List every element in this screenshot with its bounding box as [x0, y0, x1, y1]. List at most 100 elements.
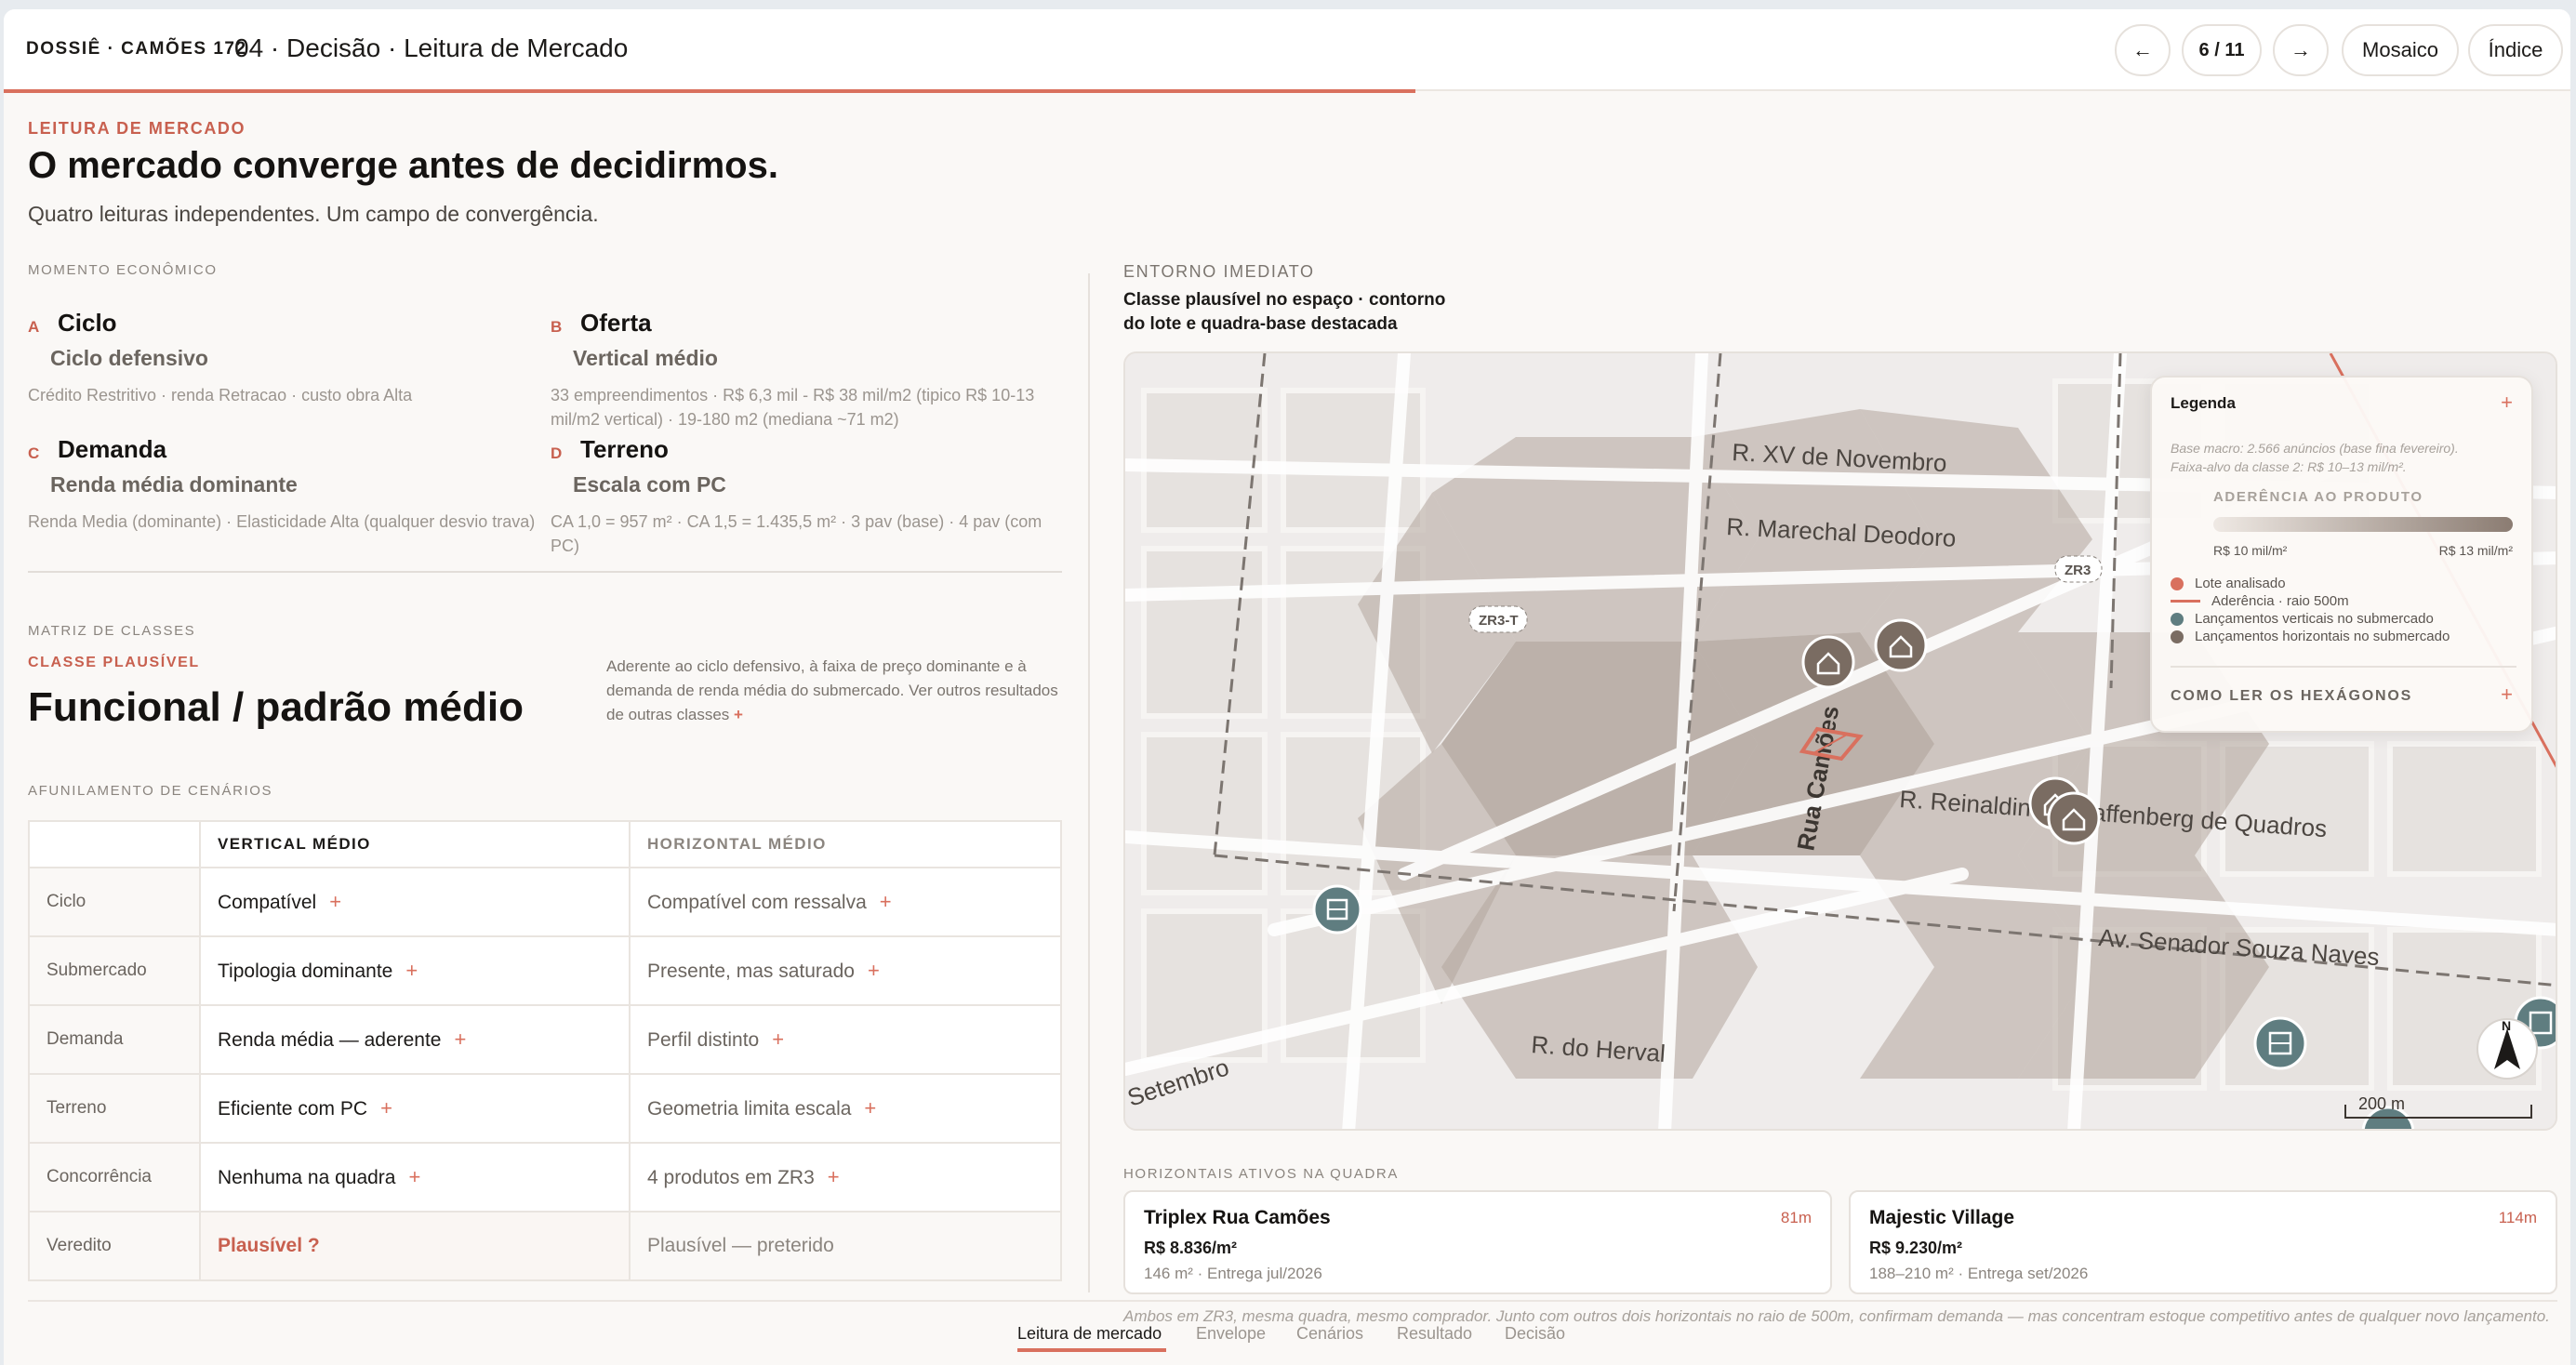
horizontais-label: HORIZONTAIS ATIVOS NA QUADRA [1123, 1166, 1399, 1182]
row-label: Submercado [28, 935, 201, 1006]
class-name: Funcional / padrão médio [28, 684, 524, 730]
legend-expand-button[interactable]: + [2501, 391, 2513, 415]
verdict-vertical[interactable]: Plausível ? [199, 1211, 631, 1281]
expand-icon[interactable]: + [380, 1096, 392, 1120]
cell-text: Perfil distinto [647, 1029, 760, 1051]
horizontal-marker[interactable] [1874, 618, 1928, 672]
vertical-marker[interactable] [1312, 884, 1362, 934]
cell-horizontal[interactable]: Geometria limita escala + [629, 1073, 1062, 1144]
tab-resultado[interactable]: Resultado [1397, 1324, 1472, 1344]
column-header-horizontal: HORIZONTAL MÉDIO [629, 820, 1062, 868]
cell-vertical[interactable]: Compatível + [199, 867, 631, 937]
expand-icon[interactable]: + [828, 1165, 840, 1188]
legend-item-verticais: Lançamentos verticais no submercado [2171, 610, 2450, 628]
tab-envelope[interactable]: Envelope [1196, 1324, 1266, 1344]
horizontal-marker[interactable] [1801, 635, 1855, 689]
top-bar: DOSSIÊ · CAMÕES 172 04 · Decisão · Leitu… [4, 9, 2570, 91]
radius-line-icon [2171, 600, 2200, 603]
expand-icon[interactable]: + [329, 890, 341, 913]
property-card[interactable]: Triplex Rua Camões 81m R$ 8.836/m² 146 m… [1123, 1190, 1832, 1294]
legend-item-label: Lote analisado [2195, 576, 2286, 591]
mosaic-button[interactable]: Mosaico [2342, 24, 2459, 76]
next-button[interactable]: → [2273, 24, 2329, 76]
expand-icon[interactable]: + [405, 959, 418, 982]
range-max: R$ 13 mil/m² [2438, 543, 2513, 558]
vertical-marker[interactable] [2253, 1016, 2307, 1070]
table-header-empty [28, 820, 201, 868]
cell-vertical[interactable]: Renda média — aderente + [199, 1004, 631, 1075]
index-button[interactable]: Índice [2468, 24, 2563, 76]
cell-text: Compatível [218, 892, 317, 913]
horizontal-marker[interactable] [2047, 791, 2101, 845]
expand-icon[interactable]: + [864, 1096, 876, 1120]
expand-classes-button[interactable]: + [734, 706, 743, 723]
expand-icon[interactable]: + [868, 959, 880, 982]
legend-item-label: Lançamentos verticais no submercado [2195, 611, 2434, 627]
legend-item-aderencia: Aderência · raio 500m [2171, 592, 2450, 610]
map-legend: Legenda + Base macro: 2.566 anúncios (ba… [2150, 376, 2533, 733]
property-card[interactable]: Majestic Village 114m R$ 9.230/m² 188–21… [1849, 1190, 2557, 1294]
page-title: O mercado converge antes de decidirmos. [28, 145, 778, 186]
cell-horizontal[interactable]: Presente, mas saturado + [629, 935, 1062, 1006]
momento-letter: D [551, 444, 563, 462]
table-row: Concorrência Nenhuma na quadra + 4 produt… [28, 1142, 1062, 1213]
cell-text: Geometria limita escala [647, 1098, 852, 1120]
momento-subtitle: Renda média dominante [50, 472, 298, 497]
tab-leitura-de-mercado[interactable]: Leitura de mercado [1017, 1324, 1162, 1344]
card-meta: 146 m² · Entrega jul/2026 [1144, 1265, 1322, 1282]
footer-divider [28, 1300, 2557, 1302]
zone-badge-zr3t: ZR3-T [1468, 605, 1528, 633]
cell-text: Renda média — aderente [218, 1029, 442, 1051]
section-eyebrow: LEITURA DE MERCADO [28, 119, 246, 138]
row-label: Demanda [28, 1004, 201, 1075]
north-arrow-icon[interactable]: N [2476, 1018, 2538, 1080]
cell-horizontal[interactable]: 4 produtos em ZR3 + [629, 1142, 1062, 1213]
range-min: R$ 10 mil/m² [2213, 543, 2288, 558]
breadcrumb: 04 · Decisão · Leitura de Mercado [234, 33, 629, 62]
column-divider [1088, 273, 1090, 1292]
classe-eyebrow: CLASSE PLAUSÍVEL [28, 655, 200, 670]
momento-subtitle: Ciclo defensivo [50, 346, 208, 370]
zone-label: ZR3-T [1479, 613, 1519, 629]
cell-text: Compatível com ressalva [647, 892, 867, 913]
dossier-label: DOSSIÊ · CAMÕES 172 [26, 39, 247, 59]
how-to-read-link[interactable]: COMO LER OS HEXÁGONOS [2171, 688, 2412, 705]
tab-cenarios[interactable]: Cenários [1296, 1324, 1363, 1344]
legend-item-label: Lançamentos horizontais no submercado [2195, 629, 2450, 644]
aderencia-gradient [2213, 517, 2513, 532]
momento-desc: Renda Media (dominante) · Elasticidade A… [28, 512, 536, 531]
caption-line: Classe plausível no espaço · contorno [1123, 290, 1446, 310]
cell-vertical[interactable]: Eficiente com PC + [199, 1073, 631, 1144]
cell-horizontal[interactable]: Compatível com ressalva + [629, 867, 1062, 937]
row-label: Terreno [28, 1073, 201, 1144]
entorno-caption: Classe plausível no espaço · contorno do… [1123, 288, 1445, 337]
card-price: R$ 9.230/m² [1869, 1239, 1963, 1257]
momento-letter: B [551, 318, 563, 336]
aderencia-label: ADERÊNCIA AO PRODUTO [2213, 489, 2423, 505]
row-label: Veredito [28, 1211, 201, 1281]
prev-button[interactable]: ← [2115, 24, 2171, 76]
row-label: Ciclo [28, 867, 201, 937]
expand-icon[interactable]: + [772, 1027, 784, 1051]
caption-line: do lote e quadra-base destacada [1123, 314, 1398, 334]
momento-title: Oferta [580, 309, 652, 337]
legend-base-line: Base macro: 2.566 anúncios (base fina fe… [2171, 441, 2459, 456]
legend-item-label: Aderência · raio 500m [2211, 593, 2349, 609]
momento-desc: CA 1,0 = 957 m² · CA 1,5 = 1.435,5 m² · … [551, 512, 1042, 555]
expand-icon[interactable]: + [880, 890, 892, 913]
row-label: Concorrência [28, 1142, 201, 1213]
cell-horizontal[interactable]: Perfil distinto + [629, 1004, 1062, 1075]
class-note: Aderente ao ciclo defensivo, à faixa de … [606, 655, 1071, 727]
expand-icon[interactable]: + [455, 1027, 467, 1051]
vertical-swatch-icon [2171, 612, 2184, 626]
expand-icon[interactable]: + [408, 1165, 420, 1188]
tab-decisao[interactable]: Decisão [1505, 1324, 1565, 1344]
table-row: Demanda Renda média — aderente + Perfil d… [28, 1004, 1062, 1075]
divider [28, 571, 1062, 573]
cell-vertical[interactable]: Tipologia dominante + [199, 935, 631, 1006]
map-panel[interactable]: R. XV de Novembro R. Marechal Deodoro Ru… [1123, 351, 2557, 1131]
page-subtitle: Quatro leituras independentes. Um campo … [28, 202, 599, 226]
verdict-horizontal: Plausível — preterido [629, 1211, 1062, 1281]
cell-vertical[interactable]: Nenhuma na quadra + [199, 1142, 631, 1213]
how-to-read-expand-button[interactable]: + [2501, 682, 2513, 707]
